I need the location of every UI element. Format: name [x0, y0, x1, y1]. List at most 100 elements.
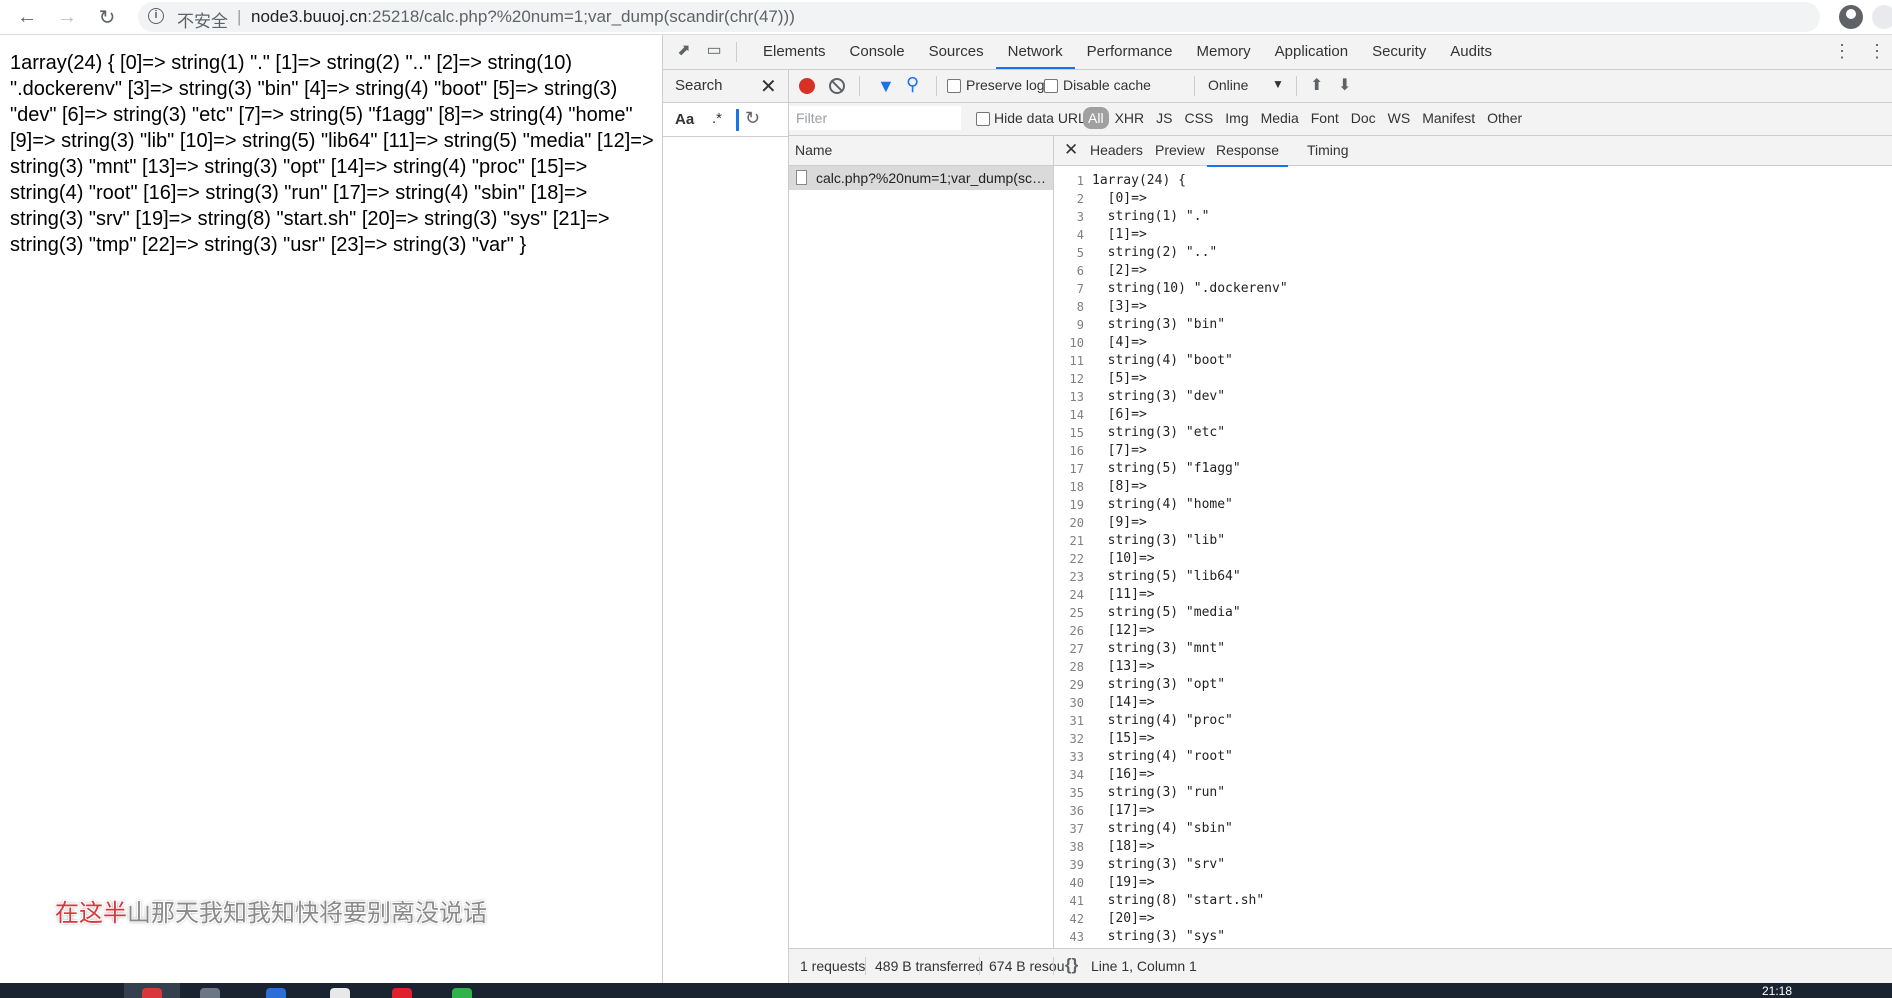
divider — [859, 76, 860, 96]
cursor-position: Line 1, Column 1 — [1091, 958, 1197, 974]
tab-console[interactable]: Console — [838, 35, 917, 69]
disable-cache-checkbox[interactable] — [1044, 79, 1058, 93]
match-case-button[interactable]: Aa — [675, 111, 694, 128]
filter-input[interactable] — [789, 106, 961, 130]
line-content: [10]=> — [1092, 551, 1155, 566]
device-toolbar-icon[interactable]: ▭ — [705, 42, 723, 60]
filter-type-manifest[interactable]: Manifest — [1416, 107, 1481, 129]
line-content: string(4) "home" — [1092, 497, 1233, 512]
pretty-print-icon[interactable]: {} — [1065, 955, 1078, 975]
browser-menu-icon[interactable] — [1872, 5, 1892, 29]
app-task-icon[interactable] — [392, 988, 412, 998]
filter-type-js[interactable]: JS — [1150, 107, 1178, 129]
security-label[interactable]: 不安全 — [177, 7, 228, 32]
filter-type-media[interactable]: Media — [1255, 107, 1305, 129]
hide-data-urls-checkbox[interactable] — [976, 112, 990, 126]
forward-arrow-icon[interactable]: → — [54, 4, 80, 30]
line-number: 7 — [1076, 282, 1084, 296]
tab-audits[interactable]: Audits — [1438, 35, 1504, 69]
network-status-bar: 1 requests 489 B transferred 674 B resou… — [789, 948, 1892, 984]
line-content: string(4) "sbin" — [1092, 821, 1233, 836]
preserve-log-checkbox[interactable] — [947, 79, 961, 93]
chevron-down-icon[interactable]: ▼ — [1272, 77, 1284, 91]
preserve-log-label: Preserve log — [966, 77, 1045, 93]
inspect-element-icon[interactable]: ⬈ — [675, 42, 693, 60]
line-number: 36 — [1069, 804, 1084, 818]
search-icon[interactable]: ⚲ — [906, 74, 919, 95]
import-har-icon[interactable]: ⬆ — [1310, 75, 1323, 95]
tab-sources[interactable]: Sources — [917, 35, 996, 69]
detail-tab-headers[interactable]: Headers — [1090, 142, 1143, 158]
filter-type-ws[interactable]: WS — [1382, 107, 1417, 129]
throttle-select[interactable]: Online — [1208, 77, 1248, 93]
request-row[interactable]: calc.php?%20num=1;var_dump(scandir(chr(4… — [789, 166, 1053, 190]
search-input-caret[interactable] — [736, 109, 739, 131]
app-task-icon[interactable] — [200, 988, 220, 998]
browser-task-icon[interactable] — [142, 988, 162, 998]
more-options-icon[interactable]: ⋮ — [1833, 41, 1851, 62]
video-subtitle: 在这半山那天我知我知快将要别离没说话 — [55, 893, 487, 928]
line-number: 23 — [1069, 570, 1084, 584]
os-taskbar: 21:18 — [0, 983, 1892, 998]
filter-type-doc[interactable]: Doc — [1345, 107, 1382, 129]
url-text[interactable]: node3.buuoj.cn:25218/calc.php?%20num=1;v… — [251, 7, 795, 27]
tab-network[interactable]: Network — [995, 35, 1075, 69]
name-column-header[interactable]: Name — [789, 136, 1053, 166]
code-line: 43 string(3) "sys" — [1054, 928, 1892, 946]
export-har-icon[interactable]: ⬇ — [1338, 75, 1351, 95]
close-search-icon[interactable]: ✕ — [760, 74, 777, 99]
back-arrow-icon[interactable]: ← — [14, 4, 40, 30]
app-task-icon[interactable] — [266, 988, 286, 998]
line-number: 26 — [1069, 624, 1084, 638]
regex-button[interactable]: .* — [712, 110, 722, 127]
disable-cache-label: Disable cache — [1063, 77, 1151, 93]
tab-security[interactable]: Security — [1360, 35, 1438, 69]
close-detail-icon[interactable]: ✕ — [1064, 140, 1078, 160]
line-number: 11 — [1069, 354, 1084, 368]
line-number: 30 — [1069, 696, 1084, 710]
line-content: string(5) "f1agg" — [1092, 461, 1241, 476]
filter-type-css[interactable]: CSS — [1178, 107, 1219, 129]
line-content: string(4) "root" — [1092, 749, 1233, 764]
detail-tab-timing[interactable]: Timing — [1307, 142, 1349, 158]
reload-icon[interactable]: ↻ — [94, 4, 120, 30]
filter-type-img[interactable]: Img — [1219, 107, 1254, 129]
search-pane-header: Search ✕ — [663, 70, 788, 103]
filter-type-all[interactable]: All — [1083, 107, 1109, 129]
folder-task-icon[interactable] — [330, 988, 350, 998]
record-icon[interactable] — [799, 78, 815, 94]
filter-type-font[interactable]: Font — [1305, 107, 1345, 129]
refresh-search-icon[interactable]: ↻ — [745, 108, 760, 129]
subtitle-highlight: 在这半 — [55, 899, 127, 927]
detail-tab-preview[interactable]: Preview — [1155, 142, 1205, 158]
info-icon[interactable]: i — [148, 8, 164, 24]
filter-icon[interactable]: ▼ — [877, 76, 895, 97]
tab-memory[interactable]: Memory — [1185, 35, 1263, 69]
app-task-icon[interactable] — [452, 988, 472, 998]
filter-type-xhr[interactable]: XHR — [1109, 107, 1151, 129]
code-line: 10 [4]=> — [1054, 334, 1892, 352]
tab-performance[interactable]: Performance — [1075, 35, 1185, 69]
request-name: calc.php?%20num=1;var_dump(scandir(chr(4… — [816, 170, 1050, 186]
devtools-tabs: Elements Console Sources Network Performance… — [751, 35, 1504, 69]
code-line: 12 [5]=> — [1054, 370, 1892, 388]
detail-tab-response[interactable]: Response — [1207, 142, 1289, 167]
line-content: string(3) "sys" — [1092, 929, 1226, 944]
line-number: 2 — [1076, 192, 1084, 206]
account-avatar-icon[interactable] — [1839, 5, 1863, 29]
line-number: 32 — [1069, 732, 1084, 746]
document-icon — [796, 170, 807, 185]
close-devtools-icon[interactable]: ⋮ — [1868, 41, 1886, 62]
filter-type-other[interactable]: Other — [1481, 107, 1528, 129]
code-line: 28 [13]=> — [1054, 658, 1892, 676]
line-number: 12 — [1069, 372, 1084, 386]
line-number: 33 — [1069, 750, 1084, 764]
line-content: [18]=> — [1092, 839, 1155, 854]
tab-application[interactable]: Application — [1263, 35, 1360, 69]
address-separator: | — [237, 7, 242, 26]
tab-elements[interactable]: Elements — [751, 35, 838, 69]
line-number: 19 — [1069, 498, 1084, 512]
clear-icon[interactable] — [829, 78, 845, 94]
address-bar[interactable]: i 不安全 | node3.buuoj.cn:25218/calc.php?%2… — [138, 2, 1820, 32]
response-viewer[interactable]: 1 1array(24) {2 [0]=> 3 string(1) "." 4 [1]… — [1054, 166, 1892, 948]
